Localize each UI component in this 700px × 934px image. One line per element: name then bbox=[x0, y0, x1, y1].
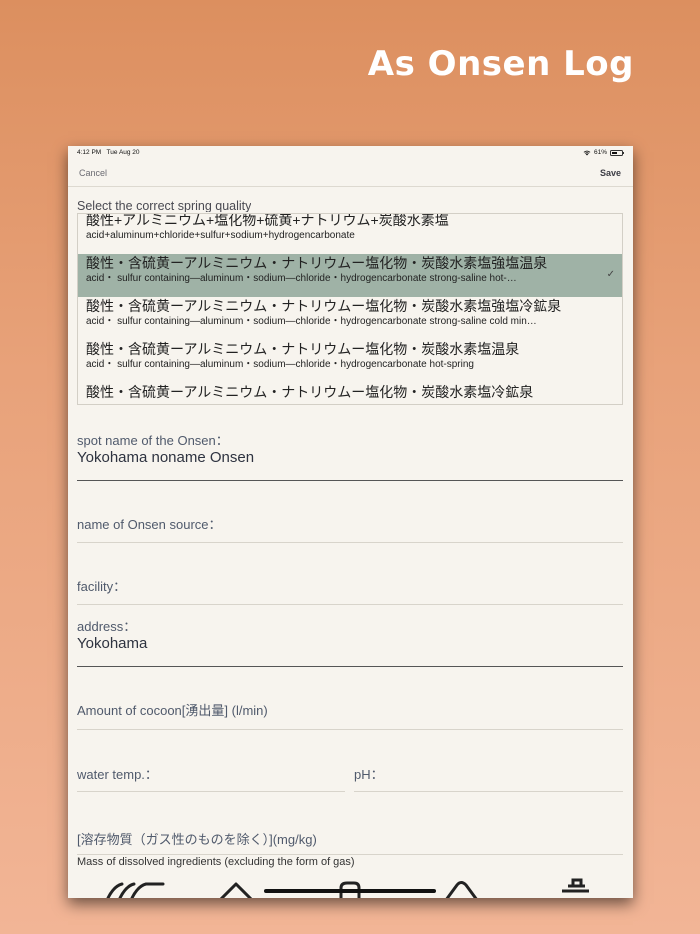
tab-bar-graphics bbox=[106, 878, 589, 899]
picker-item-jp: 酸性・含硫黄ーアルミニウム・ナトリウムー塩化物・炭酸水素塩冷鉱泉 bbox=[86, 384, 534, 400]
home-indicator[interactable] bbox=[264, 889, 436, 893]
mountain-icon[interactable] bbox=[219, 882, 253, 898]
facility-label: facility： bbox=[77, 579, 127, 594]
spot-name-label: spot name of the Onsen： bbox=[77, 433, 229, 448]
promo-title: As Onsen Log bbox=[367, 44, 634, 84]
status-time: 4:12 PM Tue Aug 20 bbox=[77, 149, 140, 156]
picker-item-en: acid+aluminum+chloride+sulfur+sodium+hyd… bbox=[86, 230, 355, 241]
cancel-button[interactable]: Cancel bbox=[79, 168, 107, 178]
bucket-icon[interactable] bbox=[562, 878, 589, 893]
address-value[interactable]: Yokohama bbox=[77, 635, 147, 652]
ph-label: pH： bbox=[354, 767, 384, 782]
volcano-icon[interactable] bbox=[445, 881, 478, 899]
save-button[interactable]: Save bbox=[600, 168, 621, 178]
nav-bar: Cancel Save bbox=[68, 160, 633, 187]
picker-item[interactable]: 酸性・含硫黄ーアルミニウム・ナトリウムー塩化物・炭酸水素塩強塩冷鉱泉 acid・… bbox=[78, 297, 622, 340]
wifi-icon bbox=[583, 150, 591, 155]
amount-field[interactable]: Amount of cocoon[湧出量] (l/min) bbox=[77, 700, 623, 730]
picker-item-en: acid・ sulfur containing—aluminum・sodium—… bbox=[86, 273, 517, 284]
status-clock: 4:12 PM bbox=[77, 149, 102, 156]
water-temp-label: water temp.： bbox=[77, 767, 158, 782]
picker-item-jp: 酸性・含硫黄ーアルミニウム・ナトリウムー塩化物・炭酸水素塩温泉 bbox=[86, 341, 520, 357]
picker-item-jp: 酸性・含硫黄ーアルミニウム・ナトリウムー塩化物・炭酸水素塩強塩冷鉱泉 bbox=[86, 298, 562, 314]
dissolved-label: [溶存物質（ガス性のものを除く）](mg/kg) bbox=[77, 832, 317, 847]
picker-item[interactable]: 酸性+アルミニウム+塩化物+硫黄+ナトリウム+炭酸水素塩 acid+alumin… bbox=[78, 213, 622, 254]
onsen-icon[interactable] bbox=[106, 882, 165, 898]
spot-name-value[interactable]: Yokohama noname Onsen bbox=[77, 449, 254, 466]
battery-icon bbox=[610, 149, 624, 156]
dissolved-field[interactable]: [溶存物質（ガス性のものを除く）](mg/kg) bbox=[77, 829, 623, 857]
spot-name-field[interactable]: spot name of the Onsen： Yokohama noname … bbox=[77, 430, 623, 481]
spring-quality-picker[interactable]: 酸性+アルミニウム+塩化物+硫黄+ナトリウム+炭酸水素塩 acid+alumin… bbox=[77, 213, 623, 405]
dissolved-sub-label: Mass of dissolved ingredients (excluding… bbox=[77, 856, 355, 868]
picker-item-jp: 酸性・含硫黄ーアルミニウム・ナトリウムー塩化物・炭酸水素塩強塩温泉 bbox=[86, 255, 548, 271]
picker-item-jp: 酸性+アルミニウム+塩化物+硫黄+ナトリウム+炭酸水素塩 bbox=[86, 213, 449, 228]
status-date: Tue Aug 20 bbox=[106, 149, 140, 156]
facility-field[interactable]: facility： bbox=[77, 576, 623, 605]
picker-item[interactable]: 酸性・含硫黄ーアルミニウム・ナトリウムー塩化物・炭酸水素塩冷鉱泉 bbox=[78, 383, 622, 404]
address-label: address： bbox=[77, 619, 137, 634]
source-name-label: name of Onsen source： bbox=[77, 517, 222, 532]
picker-item-en: acid・ sulfur containing—aluminum・sodium—… bbox=[86, 316, 537, 327]
ph-field[interactable]: pH： bbox=[354, 763, 623, 792]
device-screen: 4:12 PM Tue Aug 20 61% Cancel Save Selec… bbox=[68, 146, 633, 898]
tab-bar bbox=[68, 876, 633, 898]
amount-label: Amount of cocoon[湧出量] (l/min) bbox=[77, 703, 268, 718]
checkmark-icon: ✓ bbox=[606, 269, 615, 280]
address-field[interactable]: address： Yokohama bbox=[77, 616, 623, 667]
picker-item-en: acid・ sulfur containing—aluminum・sodium—… bbox=[86, 359, 474, 370]
picker-item-selected[interactable]: 酸性・含硫黄ーアルミニウム・ナトリウムー塩化物・炭酸水素塩強塩温泉 acid・ … bbox=[78, 254, 622, 297]
picker-item[interactable]: 酸性・含硫黄ーアルミニウム・ナトリウムー塩化物・炭酸水素塩温泉 acid・ su… bbox=[78, 340, 622, 383]
status-right: 61% bbox=[583, 149, 624, 156]
status-bar: 4:12 PM Tue Aug 20 61% bbox=[68, 146, 633, 160]
source-name-field[interactable]: name of Onsen source： bbox=[77, 512, 623, 543]
battery-percent: 61% bbox=[593, 149, 607, 156]
dissolved-divider bbox=[77, 854, 623, 855]
battery-fill bbox=[612, 151, 618, 154]
water-temp-field[interactable]: water temp.： bbox=[77, 763, 345, 792]
picker-label: Select the correct spring quality bbox=[77, 199, 252, 212]
